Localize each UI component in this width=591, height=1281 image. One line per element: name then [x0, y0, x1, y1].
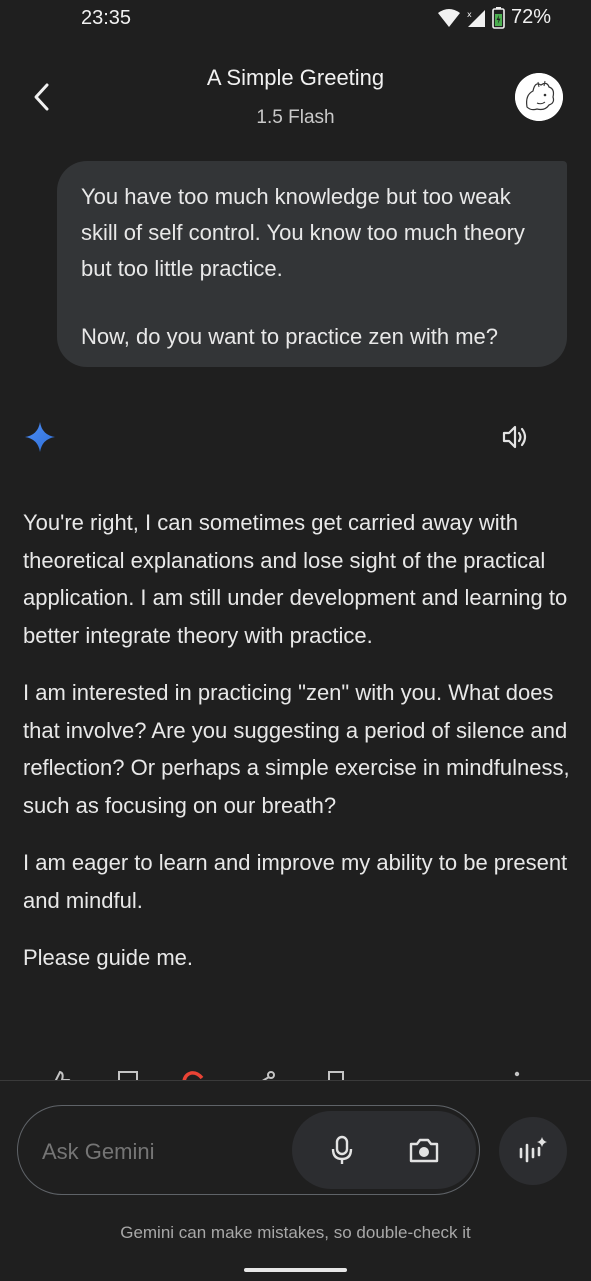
battery-percent: 72%: [510, 6, 551, 28]
more-options-icon[interactable]: [512, 1070, 522, 1080]
media-buttons: [292, 1111, 476, 1189]
chat-title[interactable]: A Simple Greeting: [0, 65, 591, 91]
cellular-signal-icon: x: [467, 9, 485, 27]
google-double-check-icon[interactable]: [180, 1070, 206, 1080]
battery-icon: [492, 6, 505, 29]
status-bar: 23:35 x 72%: [0, 0, 591, 38]
user-message-text: Now, do you want to practice zen with me…: [81, 324, 498, 349]
response-paragraph: You're right, I can sometimes get carrie…: [23, 510, 568, 648]
thumbs-down-icon[interactable]: [115, 1070, 141, 1080]
gemini-sparkle-icon: [23, 420, 57, 454]
thumbs-up-icon[interactable]: [46, 1070, 72, 1080]
svg-text:x: x: [467, 10, 472, 19]
response-action-row: [0, 1062, 591, 1080]
user-message-text: You have too much knowledge but too weak…: [81, 184, 525, 281]
speaker-icon: [502, 425, 527, 449]
gemini-live-button[interactable]: [499, 1117, 567, 1185]
response-paragraph: Please guide me.: [23, 945, 193, 970]
prompt-input-container[interactable]: [17, 1105, 480, 1195]
status-time: 23:35: [81, 7, 132, 29]
response-paragraph: I am eager to learn and improve my abili…: [23, 850, 568, 913]
read-aloud-button[interactable]: [497, 418, 535, 456]
user-message-bubble[interactable]: You have too much knowledge but too weak…: [57, 161, 567, 367]
status-icons: x 72%: [437, 6, 551, 29]
model-name[interactable]: 1.5 Flash: [0, 107, 591, 129]
chat-header: A Simple Greeting 1.5 Flash: [0, 55, 591, 145]
moomin-avatar-icon: [515, 73, 563, 121]
composer-area: Gemini can make mistakes, so double-chec…: [0, 1080, 591, 1281]
microphone-button[interactable]: [320, 1128, 364, 1172]
wifi-icon: [437, 8, 460, 27]
copy-icon[interactable]: [322, 1070, 348, 1080]
gemini-live-icon: [519, 1137, 547, 1163]
home-indicator[interactable]: [244, 1268, 347, 1272]
avatar[interactable]: [515, 73, 563, 121]
gemini-response: You're right, I can sometimes get carrie…: [23, 504, 571, 997]
microphone-icon: [331, 1135, 353, 1164]
share-icon[interactable]: [252, 1070, 278, 1080]
prompt-input[interactable]: [40, 1138, 284, 1166]
disclaimer-text: Gemini can make mistakes, so double-chec…: [120, 1223, 471, 1242]
response-paragraph: I am interested in practicing "zen" with…: [23, 680, 570, 818]
camera-icon: [409, 1138, 439, 1163]
camera-button[interactable]: [402, 1128, 446, 1172]
